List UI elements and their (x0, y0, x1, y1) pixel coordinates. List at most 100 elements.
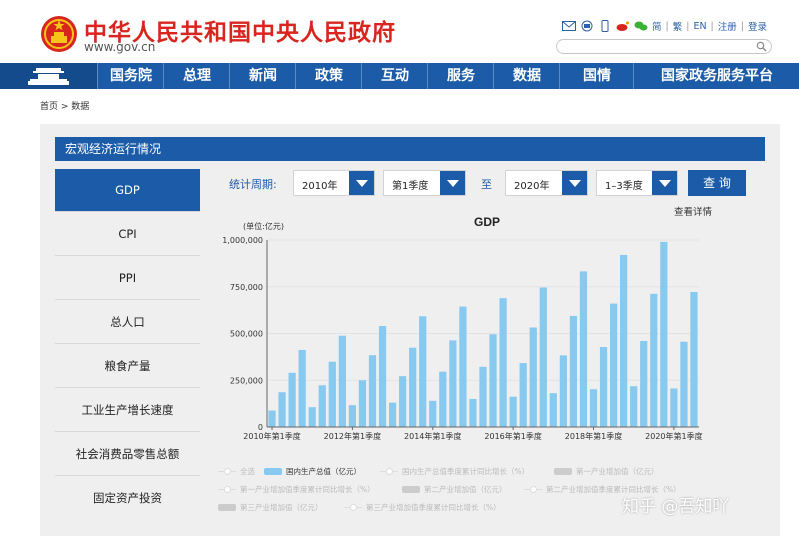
gdp-bar[interactable] (519, 363, 527, 427)
breadcrumb[interactable]: 首页 > 数据 (40, 99, 89, 112)
legend-item[interactable]: 第二产业增加值（亿元） (402, 484, 507, 495)
nav-policy[interactable]: 政策 (295, 63, 362, 89)
nav-home[interactable] (0, 63, 97, 89)
sidebar-item-cpi[interactable]: CPI (55, 213, 200, 256)
weibo-icon[interactable] (616, 20, 630, 32)
query-button[interactable]: 查 询 (688, 170, 746, 196)
chevron-down-icon[interactable] (349, 171, 374, 195)
gdp-bar[interactable] (439, 371, 447, 427)
gdp-bar[interactable] (650, 293, 658, 427)
gdp-bar[interactable] (680, 341, 688, 427)
gdp-bar[interactable] (429, 400, 437, 427)
search-input[interactable] (556, 39, 772, 54)
chevron-down-icon[interactable] (652, 171, 677, 195)
gdp-bar[interactable] (640, 340, 648, 427)
sidebar-item-gdp[interactable]: GDP (55, 169, 200, 212)
gdp-bar[interactable] (630, 386, 638, 427)
legend-item[interactable]: 第三产业增加值（亿元） (218, 502, 323, 513)
gdp-bar[interactable] (489, 334, 497, 427)
gdp-bar[interactable] (268, 410, 276, 427)
gdp-bar[interactable] (368, 355, 377, 427)
wechat-icon[interactable] (634, 20, 648, 32)
gdp-bar[interactable] (529, 327, 537, 427)
nav-gov-services-platform[interactable]: 国家政务服务平台 (633, 63, 799, 89)
gdp-bar[interactable] (358, 380, 367, 427)
y-tick-label: 1,000,000 (222, 236, 263, 245)
nav-interaction[interactable]: 互动 (361, 63, 428, 89)
start-year-select[interactable]: 2010年 (293, 170, 375, 196)
chevron-down-icon[interactable] (440, 171, 465, 195)
legend-item[interactable]: 第一产业增加值季度累计同比增长（%） (218, 484, 375, 495)
gdp-bar[interactable] (549, 393, 557, 427)
nav-national-info[interactable]: 国情 (559, 63, 634, 89)
link-login[interactable]: 登录 (748, 19, 767, 33)
gdp-bar[interactable] (589, 389, 598, 427)
sidebar-item-population[interactable]: 总人口 (55, 301, 200, 344)
gdp-bar[interactable] (620, 254, 628, 427)
gdp-bar[interactable] (670, 388, 678, 427)
gdp-bar[interactable] (479, 366, 487, 427)
legend-line-marker (218, 468, 236, 475)
sidebar-item-ppi[interactable]: PPI (55, 257, 200, 300)
gdp-bar[interactable] (378, 326, 387, 427)
nav-premier[interactable]: 总理 (163, 63, 230, 89)
gdp-bar[interactable] (298, 349, 306, 427)
legend-line-marker (344, 504, 362, 511)
gdp-bar[interactable] (539, 287, 547, 427)
legend-item[interactable]: 国内生产总值（亿元） (264, 466, 361, 477)
chevron-down-icon[interactable] (562, 171, 587, 195)
gdp-bar[interactable] (579, 271, 588, 427)
gdp-bar[interactable] (660, 241, 668, 427)
to-label: 至 (481, 178, 492, 191)
gdp-bar[interactable] (348, 405, 357, 427)
gdp-bar[interactable] (469, 398, 477, 427)
rss-icon[interactable] (580, 20, 594, 32)
gdp-bar[interactable] (278, 392, 286, 427)
gdp-bar[interactable] (449, 340, 457, 427)
gdp-bar[interactable] (308, 407, 316, 427)
gdp-bar[interactable] (599, 346, 608, 427)
gdp-bar[interactable] (328, 361, 336, 427)
end-year-select[interactable]: 2020年 (505, 170, 588, 196)
legend-label: 第一产业增加值季度累计同比增长（%） (240, 485, 375, 494)
start-quarter-select[interactable]: 第1季度 (383, 170, 466, 196)
link-english[interactable]: EN (693, 21, 706, 32)
nav-state-council[interactable]: 国务院 (97, 63, 164, 89)
link-traditional[interactable]: 繁 (673, 19, 683, 33)
mail-icon[interactable] (562, 20, 576, 32)
gdp-bar[interactable] (609, 303, 618, 427)
gdp-bar[interactable] (559, 355, 567, 427)
legend-label: 国内生产总值（亿元） (286, 467, 361, 476)
gdp-bar[interactable] (388, 402, 397, 427)
nav-services[interactable]: 服务 (427, 63, 494, 89)
gdp-bar[interactable] (338, 335, 346, 427)
legend-item[interactable]: 第一产业增加值（亿元） (554, 466, 659, 477)
end-quarter-value: 1–3季度 (605, 181, 643, 192)
sidebar-item-retail-sales[interactable]: 社会消费品零售总额 (55, 433, 200, 476)
gdp-bar[interactable] (288, 372, 296, 427)
sidebar-item-industrial-growth[interactable]: 工业生产增长速度 (55, 389, 200, 432)
gdp-bar[interactable] (399, 376, 407, 427)
legend-item[interactable]: 全选 (218, 466, 255, 477)
legend-swatch (554, 468, 572, 475)
gdp-bar[interactable] (419, 316, 427, 427)
end-quarter-select[interactable]: 1–3季度 (596, 170, 678, 196)
gdp-bar[interactable] (459, 306, 467, 427)
link-simplified[interactable]: 简 (652, 19, 662, 33)
gdp-bar[interactable] (509, 396, 517, 427)
link-register[interactable]: 注册 (718, 19, 737, 33)
mobile-icon[interactable] (598, 20, 612, 32)
sidebar-item-grain-output[interactable]: 粮食产量 (55, 345, 200, 388)
nav-news[interactable]: 新闻 (229, 63, 296, 89)
x-tick-label: 2012年第1季度 (324, 431, 381, 441)
sidebar-item-fixed-asset-investment[interactable]: 固定资产投资 (55, 477, 200, 519)
search-icon[interactable] (756, 41, 767, 52)
nav-data[interactable]: 数据 (493, 63, 560, 89)
gdp-bar[interactable] (690, 291, 698, 427)
gdp-bar[interactable] (409, 347, 417, 427)
legend-item[interactable]: 第三产业增加值季度累计同比增长（%） (344, 502, 501, 513)
legend-item[interactable]: 国内生产总值季度累计同比增长（%） (380, 466, 529, 477)
gdp-bar[interactable] (499, 298, 507, 427)
gdp-bar[interactable] (318, 385, 326, 427)
gdp-bar[interactable] (569, 315, 578, 427)
